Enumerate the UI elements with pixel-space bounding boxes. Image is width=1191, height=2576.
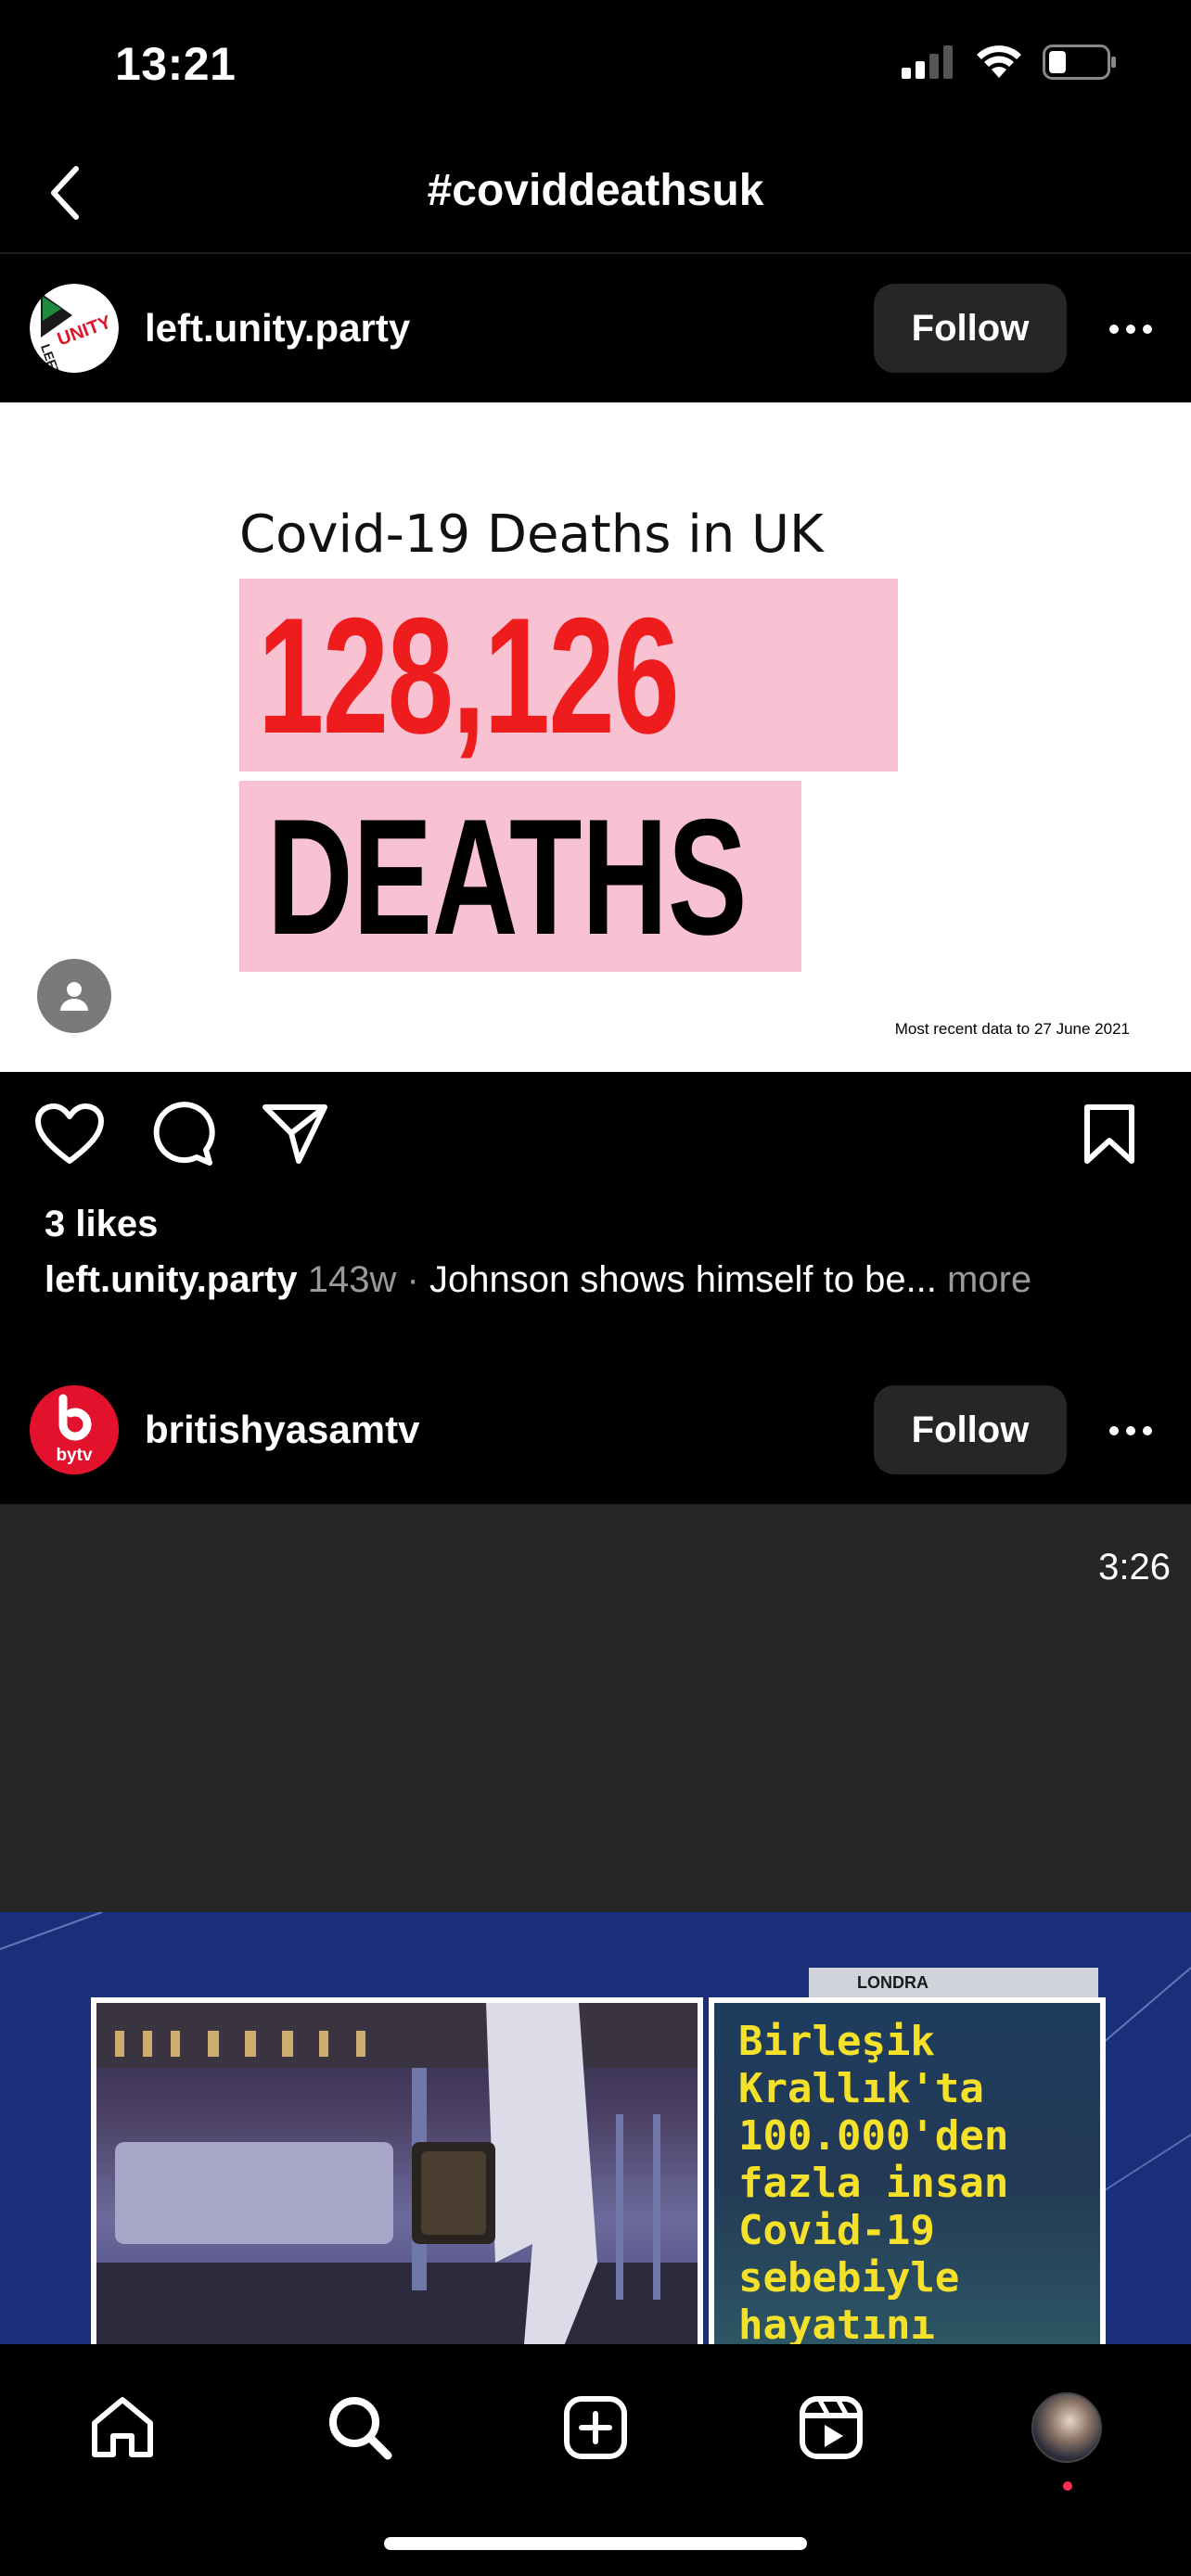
- profile-avatar: [1031, 2392, 1102, 2463]
- home-indicator[interactable]: [384, 2537, 807, 2550]
- caption-more-link[interactable]: more: [947, 1259, 1031, 1300]
- home-icon: [92, 2397, 153, 2457]
- comment-button[interactable]: [150, 1102, 215, 1171]
- deaths-word: DEATHS: [267, 784, 748, 969]
- tab-search[interactable]: [314, 2381, 406, 2474]
- search-icon: [329, 2397, 392, 2460]
- left-unity-logo: UNITY LEFT: [30, 284, 119, 373]
- tab-profile[interactable]: [1020, 2381, 1113, 2474]
- tab-reels[interactable]: [785, 2381, 877, 2474]
- briefcase-scene-image: [96, 2003, 698, 2344]
- likes-count[interactable]: 3 likes: [45, 1204, 158, 1245]
- graphic-title: Covid-19 Deaths in UK: [239, 504, 824, 565]
- thumbnail-headline-box: Birleşik Krallık'ta 100.000'den fazla in…: [709, 1997, 1106, 2344]
- follow-button-2[interactable]: Follow: [874, 1385, 1067, 1474]
- person-icon: [60, 982, 88, 1011]
- avatar-britishyasamtv[interactable]: bytv: [30, 1385, 119, 1474]
- reels-icon: [800, 2396, 863, 2459]
- wifi-icon: [977, 45, 1021, 78]
- post-time: 143w: [307, 1259, 397, 1300]
- death-count: 128,126: [258, 582, 680, 768]
- post-username-2[interactable]: britishyasamtv: [145, 1408, 419, 1452]
- post-actions: [0, 1100, 1191, 1174]
- page-title: #coviddeathsuk: [427, 166, 764, 215]
- more-options-button-2[interactable]: [1098, 1398, 1163, 1463]
- follow-button[interactable]: Follow: [874, 284, 1067, 373]
- post-header-2: bytv britishyasamtv Follow: [0, 1356, 1191, 1504]
- video-player[interactable]: [0, 1504, 1191, 1912]
- data-footnote: Most recent data to 27 June 2021: [894, 1020, 1130, 1038]
- more-options-button[interactable]: [1098, 297, 1163, 362]
- tab-home[interactable]: [76, 2381, 169, 2474]
- thumbnail-scene: [91, 1997, 703, 2344]
- share-button[interactable]: [262, 1102, 328, 1171]
- caption-text: Johnson shows himself to be...: [429, 1259, 937, 1300]
- tab-create[interactable]: [549, 2381, 642, 2474]
- post-username[interactable]: left.unity.party: [145, 306, 410, 351]
- word-box: DEATHS: [239, 781, 801, 972]
- send-icon: [263, 1104, 327, 1164]
- video-duration: 3:26: [1098, 1547, 1171, 1588]
- more-horizontal-icon: [1109, 1426, 1152, 1435]
- comment-icon: [153, 1102, 215, 1166]
- like-button[interactable]: [35, 1103, 104, 1169]
- status-time: 13:21: [115, 38, 237, 90]
- heart-icon: [35, 1103, 104, 1164]
- create-post-icon: [564, 2396, 627, 2459]
- location-tag: LONDRA: [809, 1968, 1098, 1997]
- avatar-left-unity-party[interactable]: UNITY LEFT: [30, 284, 119, 373]
- notification-dot: [1063, 2481, 1072, 2491]
- save-button[interactable]: [1082, 1103, 1137, 1171]
- more-horizontal-icon: [1109, 325, 1152, 334]
- cellular-signal-icon: [902, 45, 953, 79]
- battery-icon: [1043, 45, 1116, 80]
- avatar-text-bytv: bytv: [56, 1446, 93, 1465]
- post-caption: left.unity.party 143w · Johnson shows hi…: [45, 1259, 1158, 1301]
- thumbnail-headline: Birleşik Krallık'ta 100.000'den fazla in…: [738, 2018, 1009, 2344]
- number-box: 128,126: [239, 579, 898, 772]
- post-image[interactable]: Covid-19 Deaths in UK 128,126 DEATHS Mos…: [0, 402, 1191, 1072]
- bookmark-icon: [1084, 1104, 1134, 1164]
- post-header: UNITY LEFT left.unity.party Follow: [0, 254, 1191, 402]
- video-thumbnail[interactable]: LONDRA Birleşik Krallık'ta 100.000'den f…: [0, 1912, 1191, 2344]
- status-icons: [902, 45, 1117, 80]
- caption-separator: ·: [406, 1259, 419, 1300]
- bytv-logo: bytv: [30, 1385, 119, 1474]
- caption-username[interactable]: left.unity.party: [45, 1259, 298, 1300]
- tagged-users-button[interactable]: [37, 959, 111, 1033]
